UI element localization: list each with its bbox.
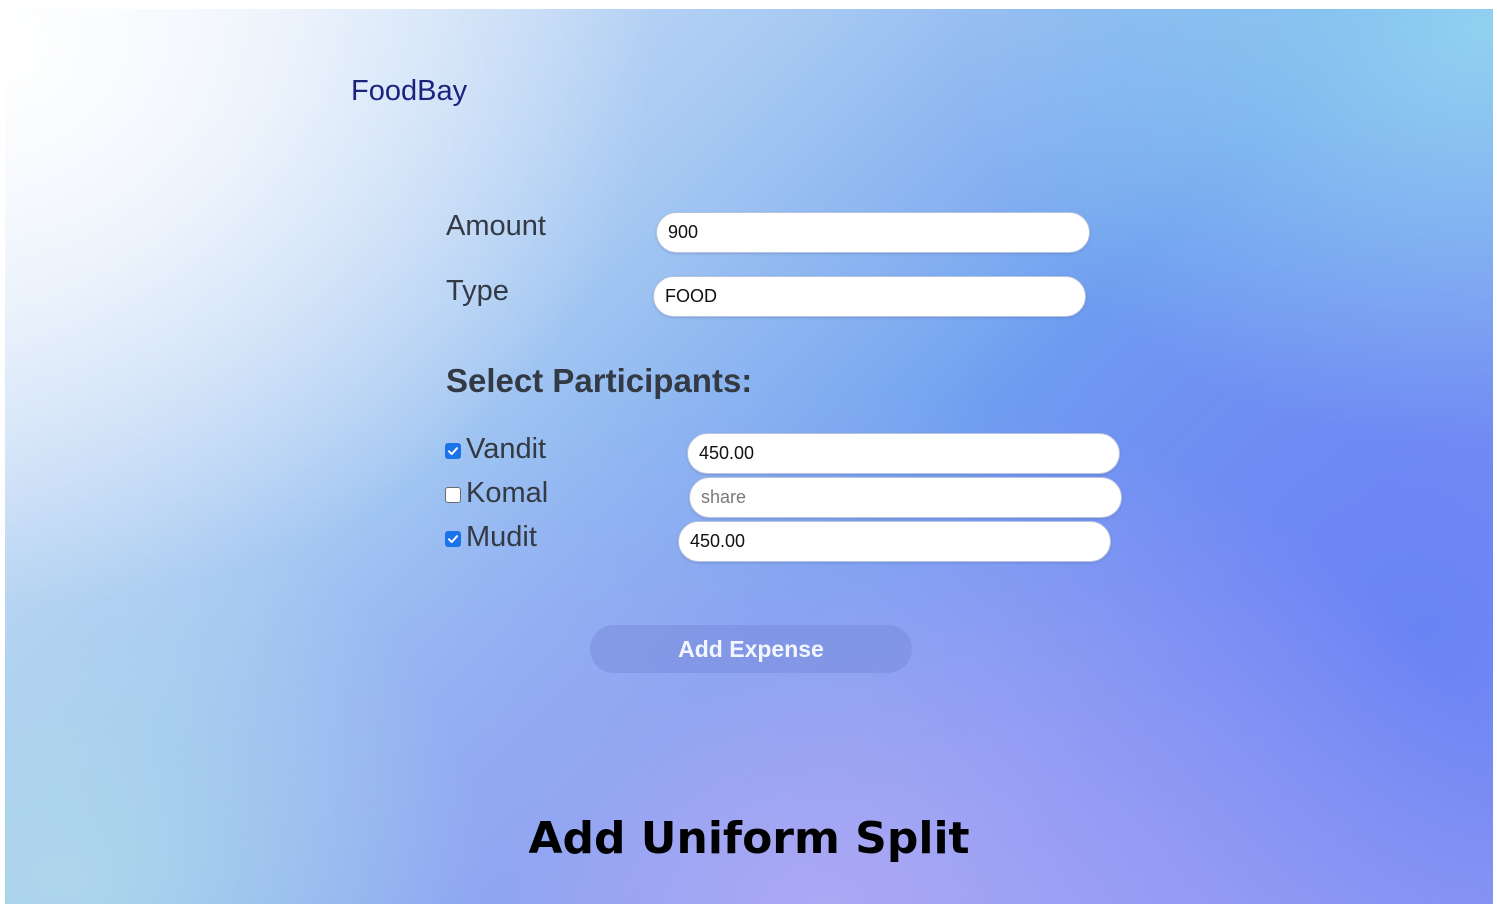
participant-komal-checkbox[interactable] [445, 486, 461, 503]
type-label: Type [446, 275, 509, 307]
participant-mudit-checkbox[interactable] [445, 530, 461, 547]
participant-mudit: Mudit [445, 519, 537, 555]
brand-logo[interactable]: FoodBay [351, 75, 467, 108]
participants-title: Select Participants: [446, 362, 753, 399]
participant-mudit-share-input[interactable] [678, 521, 1111, 562]
participant-komal: Komal [445, 475, 548, 511]
participant-komal-share-input[interactable] [689, 477, 1122, 518]
checkmark-icon [448, 446, 458, 455]
participant-vandit: Vandit [445, 431, 546, 467]
checkmark-icon [448, 534, 458, 543]
add-expense-button[interactable]: Add Expense [590, 625, 912, 673]
participant-vandit-share-input[interactable] [687, 433, 1120, 474]
app-frame: FoodBay Amount Type Select Participants:… [5, 9, 1493, 904]
slide-caption: Add Uniform Split [528, 813, 970, 864]
amount-input[interactable] [656, 212, 1090, 253]
participant-vandit-checkbox[interactable] [445, 442, 461, 459]
amount-label: Amount [446, 210, 546, 242]
participant-mudit-name: Mudit [466, 520, 537, 553]
participant-vandit-name: Vandit [466, 432, 547, 465]
type-input[interactable] [653, 276, 1086, 317]
participant-komal-name: Komal [466, 476, 549, 509]
